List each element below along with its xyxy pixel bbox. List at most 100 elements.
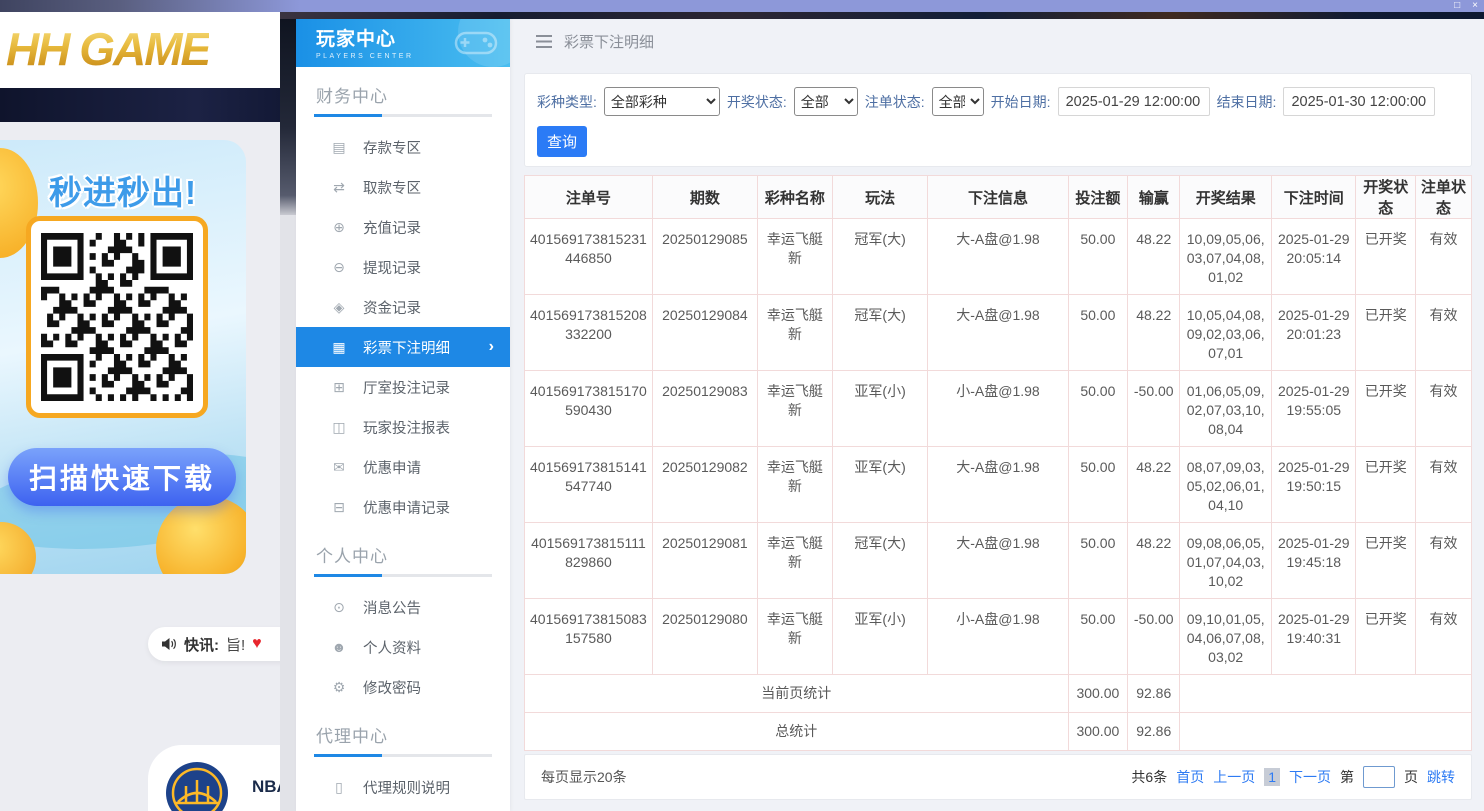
sidebar-item[interactable]: ▯代理规则说明 <box>296 767 510 807</box>
sidebar-item-label: 修改密码 <box>363 677 421 698</box>
team-name: NBA <box>252 777 280 797</box>
sidebar-item-label: 代理规则说明 <box>363 777 450 798</box>
sidebar-item[interactable]: ▥代理团队统计 <box>296 807 510 811</box>
sidebar-item[interactable]: ⚙修改密码 <box>296 667 510 707</box>
summary-win-loss: 92.86 <box>1128 713 1180 751</box>
summary-label: 总统计 <box>525 713 1069 751</box>
summary-amount: 300.00 <box>1068 713 1128 751</box>
first-page-link[interactable]: 首页 <box>1176 767 1204 787</box>
current-page-indicator[interactable]: 1 <box>1264 768 1280 786</box>
maximize-icon[interactable]: □ <box>1454 1 1460 11</box>
order-status-select[interactable]: 全部 <box>932 87 984 116</box>
cell-period: 20250129080 <box>652 599 757 675</box>
sidebar-item-label: 消息公告 <box>363 597 421 618</box>
site-logo[interactable]: HH GAME <box>6 22 209 76</box>
start-date-label: 开始日期: <box>991 92 1051 112</box>
table-header-row: 注单号期数彩种名称玩法下注信息投注额输赢开奖结果下注时间开奖状态注单状态 <box>525 176 1472 219</box>
cell-period: 20250129083 <box>652 371 757 447</box>
lottery-type-select[interactable]: 全部彩种 <box>604 87 720 116</box>
sidebar-item[interactable]: ▦彩票下注明细› <box>296 327 510 367</box>
cell-lottery: 幸运飞艇新 <box>757 523 832 599</box>
withdraw-icon: ⇄ <box>330 179 348 196</box>
bets-table: 注单号期数彩种名称玩法下注信息投注额输赢开奖结果下注时间开奖状态注单状态 401… <box>524 175 1472 751</box>
cell-amount: 50.00 <box>1068 219 1128 295</box>
sidebar-item-label: 取款专区 <box>363 177 421 198</box>
sidebar-item[interactable]: ⇄ 取款专区 <box>296 167 510 207</box>
withdrawal-record-icon: ⊖ <box>330 259 348 276</box>
sidebar-item-label: 提现记录 <box>363 257 421 278</box>
draw-status-label: 开奖状态: <box>727 92 787 112</box>
page-size-text: 每页显示20条 <box>541 767 627 787</box>
screen: □ × HH GAME 秒进秒出! 扫描快速下载 <box>0 0 1484 811</box>
cell-bet-id: 401569173815111829860 <box>525 523 653 599</box>
next-page-link[interactable]: 下一页 <box>1289 767 1331 787</box>
jump-button[interactable]: 跳转 <box>1427 767 1455 787</box>
page-summary-row: 当前页统计300.0092.86 <box>525 675 1472 713</box>
summary-empty <box>1180 713 1472 751</box>
cell-lottery: 幸运飞艇新 <box>757 295 832 371</box>
close-icon[interactable]: × <box>1472 1 1478 11</box>
cell-bet-id: 401569173815208332200 <box>525 295 653 371</box>
column-header: 注单状态 <box>1416 176 1472 219</box>
sidebar-item[interactable]: ✉优惠申请 <box>296 447 510 487</box>
section-divider <box>314 754 492 757</box>
sidebar-item[interactable]: ⊖ 提现记录 <box>296 247 510 287</box>
sidebar-item[interactable]: ☻个人资料 <box>296 627 510 667</box>
sidebar-item-label: 充值记录 <box>363 217 421 238</box>
sidebar-item[interactable]: ⊕充值记录 <box>296 207 510 247</box>
sidebar-item[interactable]: ⊞厅室投注记录 <box>296 367 510 407</box>
cell-order-status: 有效 <box>1416 447 1472 523</box>
cell-amount: 50.00 <box>1068 371 1128 447</box>
draw-status-select[interactable]: 全部 <box>794 87 858 116</box>
total-summary-row: 总统计300.0092.86 <box>525 713 1472 751</box>
end-date-input[interactable] <box>1283 87 1435 116</box>
summary-label: 当前页统计 <box>525 675 1069 713</box>
cell-win-loss: 48.22 <box>1128 447 1180 523</box>
sidebar: 玩家中心 PLAYERS CENTER 财务中心▤存款专区⇄取款专区⊕充值记录⊖… <box>296 19 510 811</box>
cell-amount: 50.00 <box>1068 599 1128 675</box>
cell-period: 20250129085 <box>652 219 757 295</box>
table-row: 40156917381508315758020250129080幸运飞艇新亚军(… <box>525 599 1472 675</box>
section-heading: 个人中心 <box>296 527 510 574</box>
profile-icon: ☻ <box>330 639 348 655</box>
gamepad-icon <box>454 27 498 57</box>
jump-page-input[interactable] <box>1363 766 1395 788</box>
start-date-input[interactable] <box>1058 87 1210 116</box>
cell-play: 冠军(大) <box>832 219 928 295</box>
window-titlebar: □ × <box>0 0 1484 12</box>
background-page: HH GAME 秒进秒出! 扫描快速下载 快讯: <box>0 0 280 811</box>
team-logo <box>166 762 228 811</box>
column-header: 下注时间 <box>1272 176 1356 219</box>
sidebar-item[interactable]: ⊙消息公告 <box>296 587 510 627</box>
promo-headline: 秒进秒出! <box>0 166 246 214</box>
cell-draw-status: 已开奖 <box>1356 295 1416 371</box>
cell-bet-info: 小-A盘@1.98 <box>928 599 1068 675</box>
column-header: 投注额 <box>1068 176 1128 219</box>
promo-apply-record-icon: ⊟ <box>330 499 348 516</box>
filter-panel: 彩种类型: 全部彩种 开奖状态: 全部 注单状态: 全部 开始日期: 结束日期: <box>524 73 1472 167</box>
sidebar-item[interactable]: ▤存款专区 <box>296 127 510 167</box>
cell-lottery: 幸运飞艇新 <box>757 371 832 447</box>
hamburger-icon[interactable] <box>536 35 552 48</box>
sidebar-item[interactable]: ⊟优惠申请记录 <box>296 487 510 527</box>
cell-order-status: 有效 <box>1416 599 1472 675</box>
section-heading: 代理中心 <box>296 707 510 754</box>
ticker-message: 旨! <box>226 634 245 655</box>
column-header: 玩法 <box>832 176 928 219</box>
speaker-icon <box>161 637 177 651</box>
site-body: 秒进秒出! 扫描快速下载 快讯: 旨! ♥ <box>0 122 280 811</box>
site-navbar <box>0 88 280 122</box>
qr-code <box>26 216 208 418</box>
query-button[interactable]: 查询 <box>537 126 587 157</box>
sidebar-item-label: 存款专区 <box>363 137 421 158</box>
news-ticker: 快讯: 旨! ♥ <box>148 627 280 661</box>
table-row: 40156917381511182986020250129081幸运飞艇新冠军(… <box>525 523 1472 599</box>
download-button[interactable]: 扫描快速下载 <box>8 448 236 506</box>
sidebar-item[interactable]: ◈资金记录 <box>296 287 510 327</box>
qr-code-image <box>41 233 193 401</box>
prev-page-link[interactable]: 上一页 <box>1213 767 1255 787</box>
summary-win-loss: 92.86 <box>1128 675 1180 713</box>
cell-result: 09,08,06,05,01,07,04,03,10,02 <box>1180 523 1272 599</box>
cell-order-status: 有效 <box>1416 219 1472 295</box>
sidebar-item[interactable]: ◫玩家投注报表 <box>296 407 510 447</box>
